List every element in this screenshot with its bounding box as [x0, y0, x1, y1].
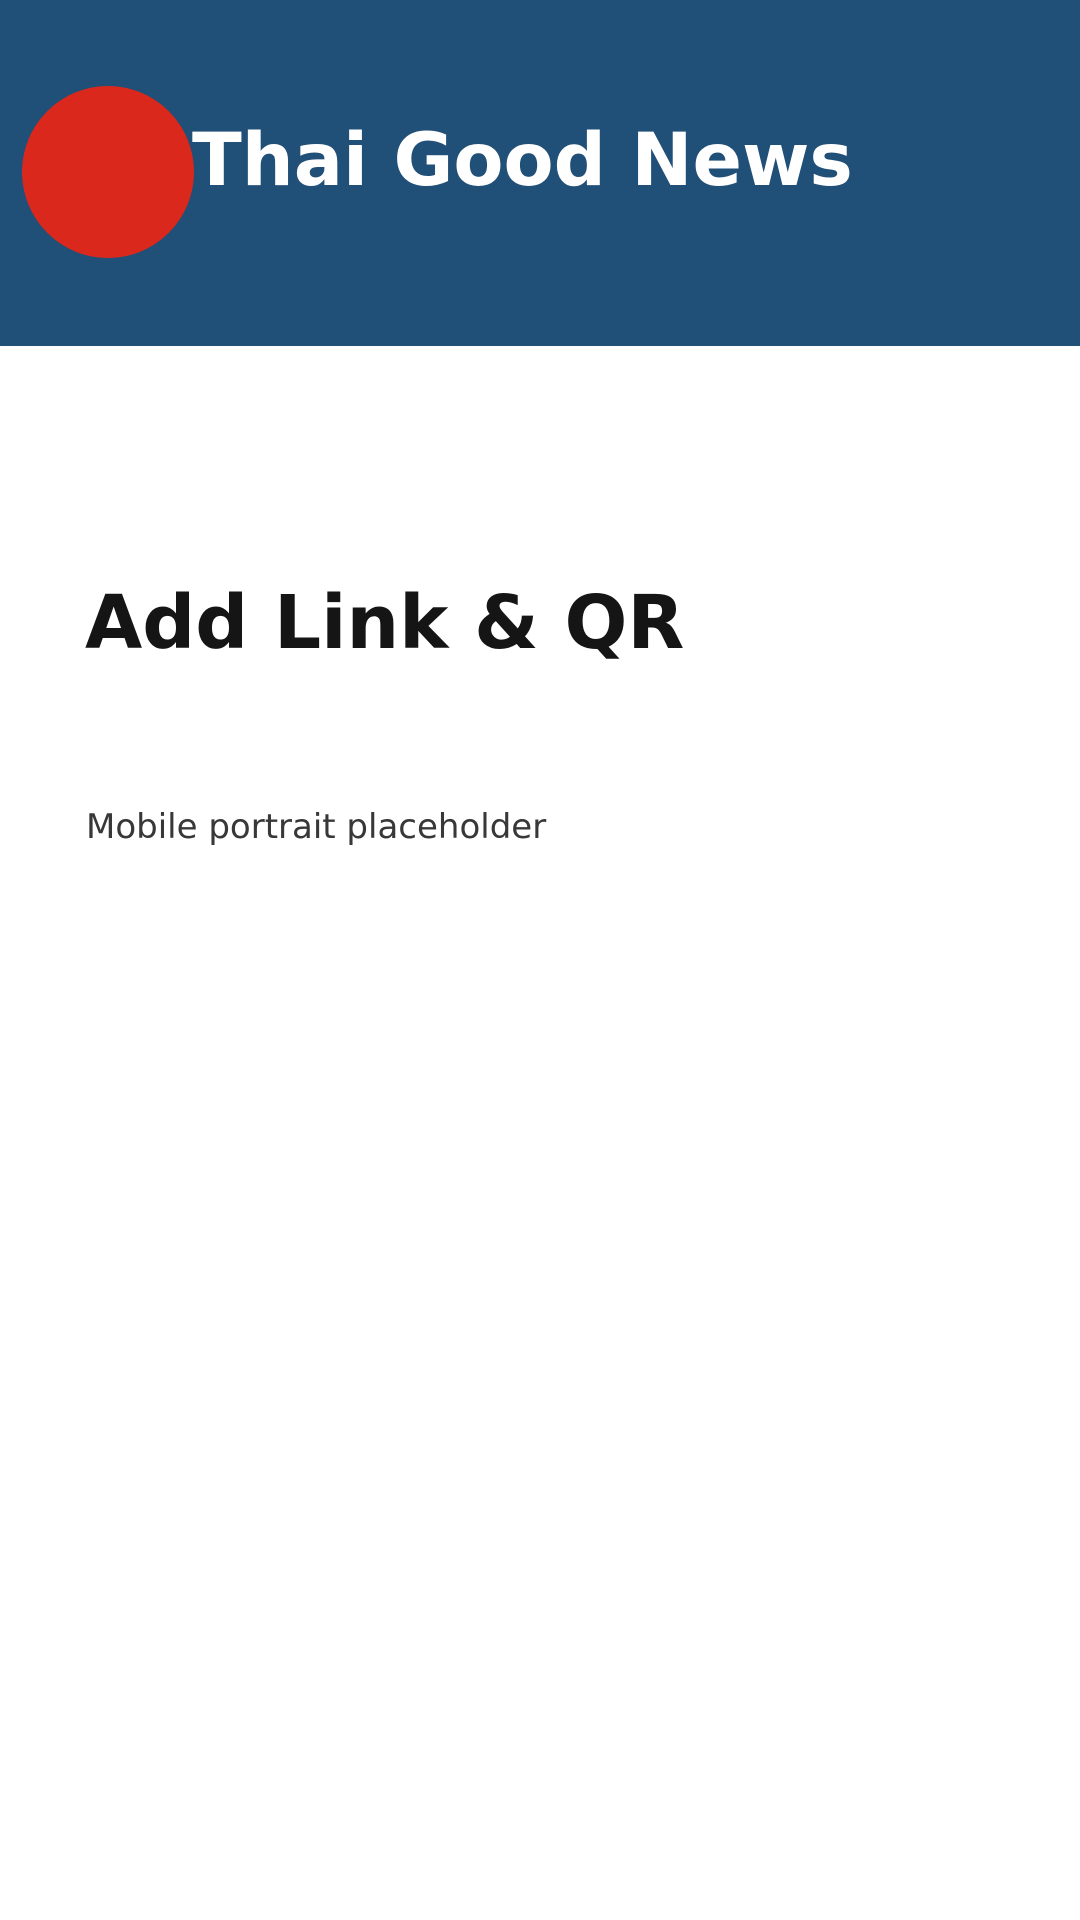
page-title: Add Link & QR: [85, 580, 685, 666]
logo: [22, 86, 194, 258]
app-header: Thai Good News: [0, 0, 1080, 346]
page-subtitle: Mobile portrait placeholder: [86, 807, 547, 847]
app-title: Thai Good News: [192, 118, 853, 203]
